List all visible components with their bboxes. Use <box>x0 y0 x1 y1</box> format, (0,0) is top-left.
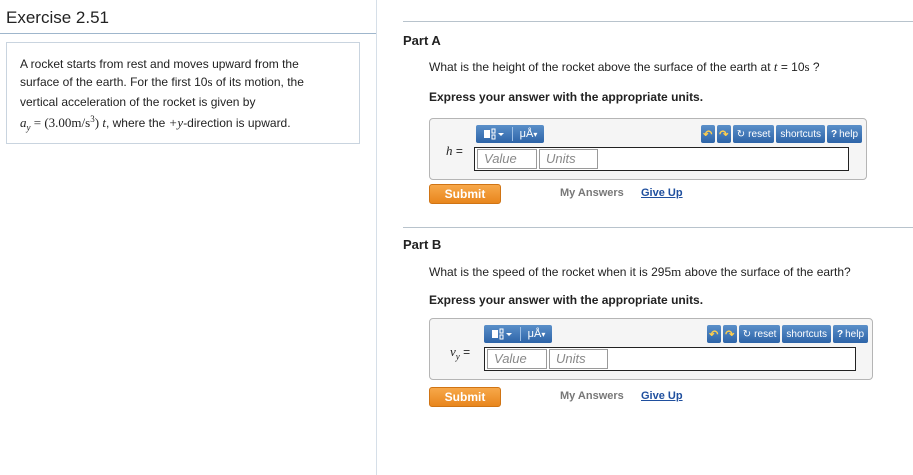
part-b-my-answers: My Answers <box>560 390 624 402</box>
part-a-value-input[interactable]: Value <box>477 149 537 169</box>
reset-button[interactable]: ↻ reset <box>732 125 775 143</box>
problem-statement: A rocket starts from rest and moves upwa… <box>6 42 360 144</box>
part-b-answer-label: vy = <box>450 344 471 362</box>
part-b-answer-box: vy = μÅ ▾ ↶ ↷ ↻ reset shortcuts ? help V… <box>429 318 873 380</box>
refresh-icon: ↻ <box>736 128 746 140</box>
part-a-input-row: Value Units <box>474 147 849 171</box>
part-b-input-row: Value Units <box>484 347 856 371</box>
part-a-instructions: Express your answer with the appropriate… <box>429 90 704 104</box>
redo-icon[interactable]: ↷ <box>716 125 731 143</box>
shortcuts-button[interactable]: shortcuts <box>776 125 825 143</box>
part-b-submit-button[interactable]: Submit <box>429 387 501 407</box>
part-a-question: What is the height of the rocket above t… <box>429 59 820 74</box>
problem-line-4: ay = (3.00m/s3) t, where the +y-directio… <box>20 114 291 133</box>
part-b-rule <box>403 227 913 228</box>
problem-pane: Exercise 2.51 A rocket starts from rest … <box>0 0 377 475</box>
part-b-edit-toolbar: ↶ ↷ ↻ reset shortcuts ? help <box>706 325 868 343</box>
part-b-template-toolbar: μÅ ▾ <box>484 325 552 343</box>
units-symbol-button[interactable]: μÅ ▾ <box>513 125 544 143</box>
question-icon: ? <box>836 328 844 340</box>
template-icon[interactable] <box>476 125 512 143</box>
template-icon[interactable] <box>484 325 520 343</box>
redo-icon[interactable]: ↷ <box>722 325 737 343</box>
reset-button[interactable]: ↻ reset <box>738 325 781 343</box>
refresh-icon: ↻ <box>742 328 752 340</box>
shortcuts-button[interactable]: shortcuts <box>782 325 831 343</box>
part-a-title: Part A <box>403 33 441 48</box>
problem-line-1: A rocket starts from rest and moves upwa… <box>20 57 299 71</box>
part-a-rule <box>403 21 913 22</box>
divider <box>0 33 376 34</box>
problem-line-2: surface of the earth. For the first 10s … <box>20 74 304 89</box>
part-a-answer-label: h = <box>446 143 463 158</box>
part-b-title: Part B <box>403 237 442 252</box>
problem-line-3: vertical acceleration of the rocket is g… <box>20 95 256 109</box>
part-a-edit-toolbar: ↶ ↷ ↻ reset shortcuts ? help <box>700 125 862 143</box>
part-a-submit-button[interactable]: Submit <box>429 184 501 204</box>
part-a-my-answers: My Answers <box>560 187 624 199</box>
part-b-question: What is the speed of the rocket when it … <box>429 264 851 279</box>
parts-pane: Part A What is the height of the rocket … <box>377 0 913 475</box>
undo-icon[interactable]: ↶ <box>700 125 715 143</box>
undo-icon[interactable]: ↶ <box>706 325 721 343</box>
part-a-units-input[interactable]: Units <box>539 149 598 169</box>
part-a-answer-box: h = μÅ ▾ ↶ ↷ ↻ reset shortcuts ? help Va… <box>429 118 867 180</box>
part-a-give-up-link[interactable]: Give Up <box>641 187 683 199</box>
help-button[interactable]: ? help <box>826 125 862 143</box>
units-symbol-button[interactable]: μÅ ▾ <box>521 325 552 343</box>
part-b-instructions: Express your answer with the appropriate… <box>429 293 704 307</box>
part-b-give-up-link[interactable]: Give Up <box>641 390 683 402</box>
part-a-template-toolbar: μÅ ▾ <box>476 125 544 143</box>
help-button[interactable]: ? help <box>832 325 868 343</box>
part-b-value-input[interactable]: Value <box>487 349 547 369</box>
exercise-title: Exercise 2.51 <box>6 8 109 27</box>
question-icon: ? <box>830 128 838 140</box>
part-b-units-input[interactable]: Units <box>549 349 608 369</box>
